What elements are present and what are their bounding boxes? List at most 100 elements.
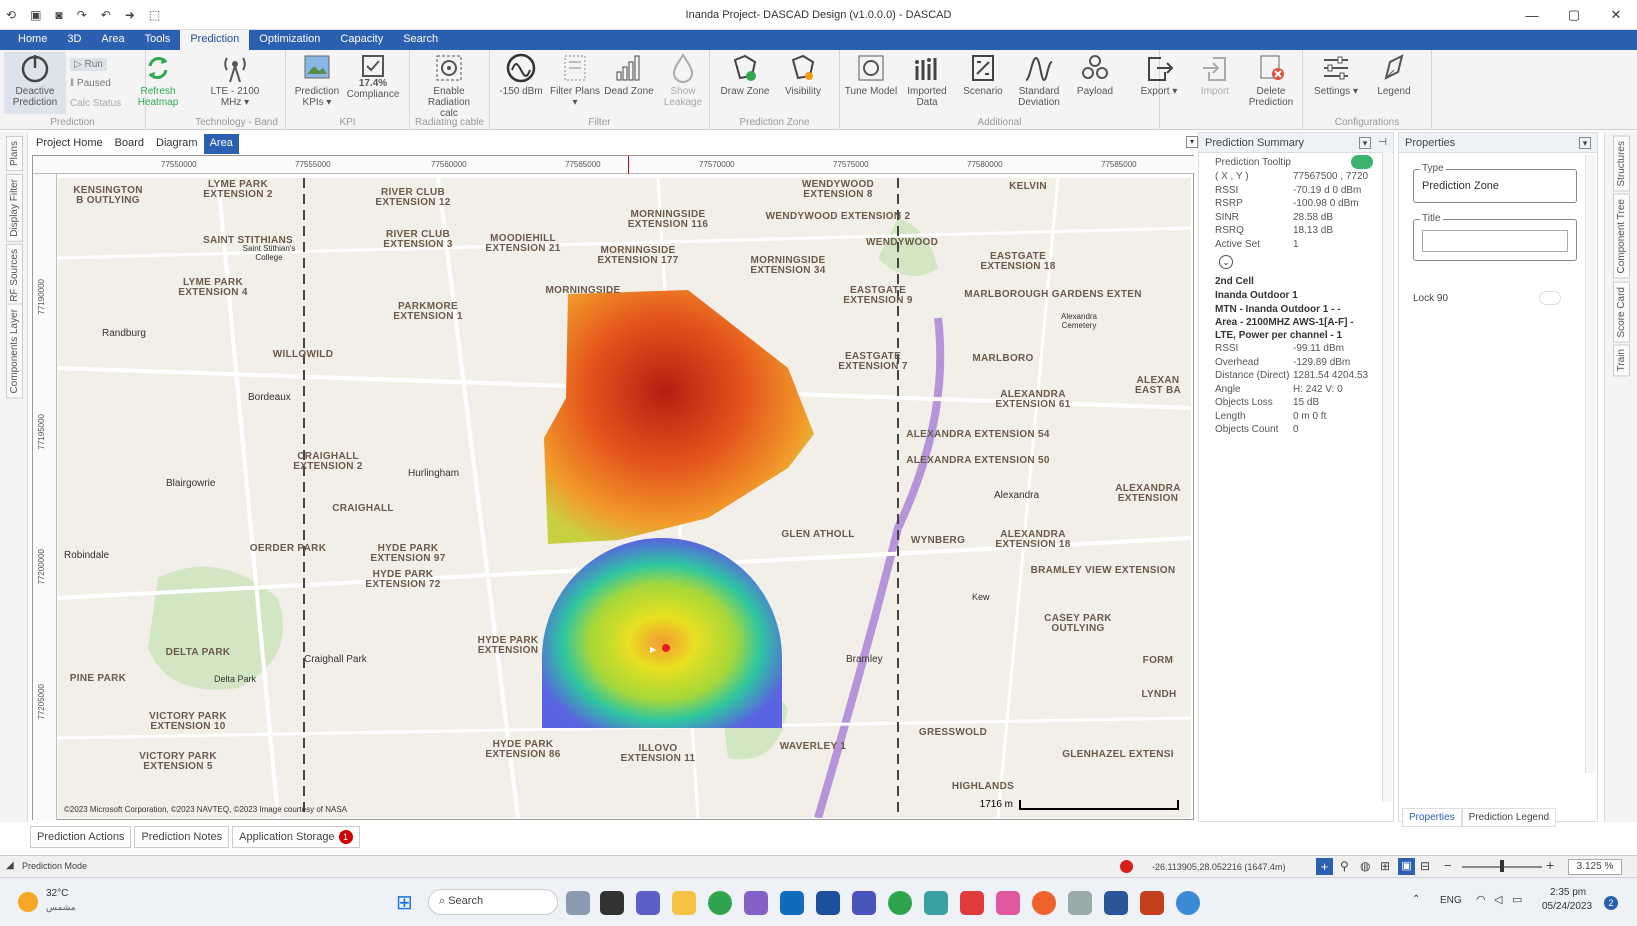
menu-area[interactable]: Area bbox=[91, 30, 134, 50]
app-blue-icon[interactable] bbox=[816, 891, 840, 915]
lte-band-dropdown[interactable]: LTE - 2100 MHz ▾ bbox=[208, 52, 262, 108]
minimize-button[interactable]: — bbox=[1511, 0, 1553, 30]
app-pink-icon[interactable] bbox=[996, 891, 1020, 915]
properties-scrollbar[interactable] bbox=[1585, 155, 1595, 773]
filter-plans-dropdown[interactable]: Filter Plans ▾ bbox=[548, 52, 602, 108]
delete-prediction-button[interactable]: Delete Prediction bbox=[1244, 52, 1298, 108]
tab-plans[interactable]: Plans bbox=[6, 136, 23, 172]
menu-prediction[interactable]: Prediction bbox=[180, 30, 250, 50]
wifi-icon[interactable]: ◠ bbox=[1476, 893, 1486, 906]
tab-prediction-legend[interactable]: Prediction Legend bbox=[1461, 808, 1557, 827]
expand-chevron-icon[interactable]: ⌄ bbox=[1219, 255, 1233, 269]
menu-capacity[interactable]: Capacity bbox=[330, 30, 393, 50]
map-image-icon[interactable]: ▣ bbox=[1398, 858, 1415, 875]
zoom-slider-handle[interactable] bbox=[1500, 860, 1504, 872]
visibility-button[interactable]: Visibility bbox=[776, 52, 830, 97]
zoom-level[interactable]: 3.125 % bbox=[1568, 859, 1622, 875]
language-indicator[interactable]: ENG bbox=[1440, 895, 1462, 906]
type-value[interactable]: Prediction Zone bbox=[1422, 180, 1499, 192]
tune-model-button[interactable]: Tune Model bbox=[844, 52, 898, 97]
app-gray-icon[interactable] bbox=[1068, 891, 1092, 915]
teams-icon[interactable] bbox=[636, 891, 660, 915]
tab-application-storage[interactable]: Application Storage 1 bbox=[232, 826, 360, 848]
chrome-profile-icon[interactable] bbox=[888, 891, 912, 915]
run-button[interactable]: ▷ Run bbox=[70, 58, 107, 71]
compliance-button[interactable]: 17.4% Compliance bbox=[346, 52, 400, 100]
file-explorer-icon[interactable] bbox=[672, 891, 696, 915]
record-icon[interactable] bbox=[1120, 860, 1133, 873]
taskbar-search[interactable]: ⌕ Search bbox=[428, 889, 558, 915]
globe-icon[interactable]: ◍ bbox=[1360, 859, 1370, 873]
zoom-in-button[interactable]: + bbox=[1546, 857, 1554, 873]
teams-work-icon[interactable] bbox=[852, 891, 876, 915]
location-pin-icon[interactable]: ⚲ bbox=[1340, 859, 1349, 873]
pin-icon[interactable]: ⊣ bbox=[1378, 137, 1387, 148]
tab-score-card[interactable]: Score Card bbox=[1613, 282, 1630, 343]
tab-project-home[interactable]: Project Home bbox=[30, 134, 109, 154]
enable-radiation-button[interactable]: Enable Radiation calc bbox=[422, 52, 476, 119]
import-button[interactable]: Import bbox=[1188, 52, 1242, 97]
app-teal-icon[interactable] bbox=[924, 891, 948, 915]
tab-display-filter[interactable]: Display Filter bbox=[6, 174, 23, 242]
outlook-icon[interactable] bbox=[780, 891, 804, 915]
chrome-icon[interactable] bbox=[708, 891, 732, 915]
menu-tools[interactable]: Tools bbox=[135, 30, 181, 50]
app-globe-icon[interactable] bbox=[1176, 891, 1200, 915]
map-canvas[interactable]: ▶ KENSINGTON B OUTLYING LYME PARK EXTENS… bbox=[58, 178, 1191, 818]
title-input[interactable] bbox=[1422, 230, 1568, 252]
properties-dropdown-icon[interactable]: ▾ bbox=[1579, 137, 1591, 149]
prediction-tooltip-toggle[interactable] bbox=[1351, 155, 1373, 169]
paused-button[interactable]: ‖ Paused bbox=[70, 78, 111, 89]
tab-prediction-notes[interactable]: Prediction Notes bbox=[134, 826, 230, 848]
lock-toggle[interactable] bbox=[1539, 291, 1561, 305]
map-view[interactable]: 77550000 77555000 77560000 77565000 7757… bbox=[32, 155, 1195, 820]
task-view-icon[interactable] bbox=[566, 891, 590, 915]
tab-board[interactable]: Board bbox=[109, 134, 150, 154]
dead-zone-button[interactable]: Dead Zone bbox=[602, 52, 656, 97]
tab-prediction-actions[interactable]: Prediction Actions bbox=[30, 826, 132, 848]
tab-structures[interactable]: Structures bbox=[1613, 136, 1630, 192]
standard-deviation-button[interactable]: Standard Deviation bbox=[1012, 52, 1066, 108]
export-dropdown[interactable]: Export ▾ bbox=[1132, 52, 1186, 97]
notification-badge[interactable]: 2 bbox=[1604, 896, 1618, 910]
tab-component-tree[interactable]: Component Tree bbox=[1613, 194, 1630, 279]
visual-studio-icon[interactable] bbox=[744, 891, 768, 915]
start-icon[interactable]: ⊞ bbox=[396, 890, 413, 915]
grid-icon[interactable]: ⊞ bbox=[1380, 859, 1390, 873]
tab-train[interactable]: Train bbox=[1613, 344, 1630, 377]
app-dark-icon[interactable] bbox=[600, 891, 624, 915]
prediction-kpis-dropdown[interactable]: Prediction KPIs ▾ bbox=[290, 52, 344, 108]
layers-icon[interactable]: ⊟ bbox=[1420, 859, 1430, 873]
maximize-button[interactable]: ▢ bbox=[1553, 0, 1595, 30]
doc-tabs-dropdown-icon[interactable]: ▾ bbox=[1186, 136, 1198, 148]
draw-zone-button[interactable]: Draw Zone bbox=[718, 52, 772, 97]
settings-dropdown[interactable]: Settings ▾ bbox=[1309, 52, 1363, 97]
show-leakage-button[interactable]: Show Leakage bbox=[656, 52, 710, 108]
payload-button[interactable]: Payload bbox=[1068, 52, 1122, 97]
scenario-button[interactable]: Scenario bbox=[956, 52, 1010, 97]
tab-properties[interactable]: Properties bbox=[1402, 808, 1462, 827]
weather-sun-icon[interactable] bbox=[18, 892, 38, 912]
menu-home[interactable]: Home bbox=[8, 30, 57, 50]
tab-rf-sources[interactable]: RF Sources bbox=[6, 244, 23, 307]
close-button[interactable]: ✕ bbox=[1595, 0, 1637, 30]
panel-dropdown-icon[interactable]: ▾ bbox=[1359, 137, 1371, 149]
dbm-threshold-button[interactable]: -150 dBm bbox=[494, 52, 548, 97]
tab-area[interactable]: Area bbox=[203, 134, 239, 154]
tray-chevron-icon[interactable]: ⌃ bbox=[1412, 894, 1420, 905]
tab-diagram[interactable]: Diagram bbox=[150, 134, 204, 154]
summary-scrollbar[interactable] bbox=[1382, 152, 1392, 802]
firefox-icon[interactable] bbox=[1032, 891, 1056, 915]
crosshair-icon[interactable]: + bbox=[1316, 858, 1333, 875]
app-red-icon[interactable] bbox=[960, 891, 984, 915]
powerpoint-icon[interactable] bbox=[1140, 891, 1164, 915]
deactive-prediction-button[interactable]: Deactive Prediction bbox=[4, 52, 66, 114]
word-icon[interactable] bbox=[1104, 891, 1128, 915]
menu-search[interactable]: Search bbox=[393, 30, 448, 50]
refresh-heatmap-button[interactable]: Refresh Heatmap bbox=[130, 52, 186, 108]
menu-optimization[interactable]: Optimization bbox=[249, 30, 330, 50]
menu-3d[interactable]: 3D bbox=[57, 30, 91, 50]
legend-button[interactable]: Legend bbox=[1367, 52, 1421, 97]
zoom-out-button[interactable]: − bbox=[1444, 858, 1452, 873]
imported-data-button[interactable]: Imported Data bbox=[900, 52, 954, 108]
